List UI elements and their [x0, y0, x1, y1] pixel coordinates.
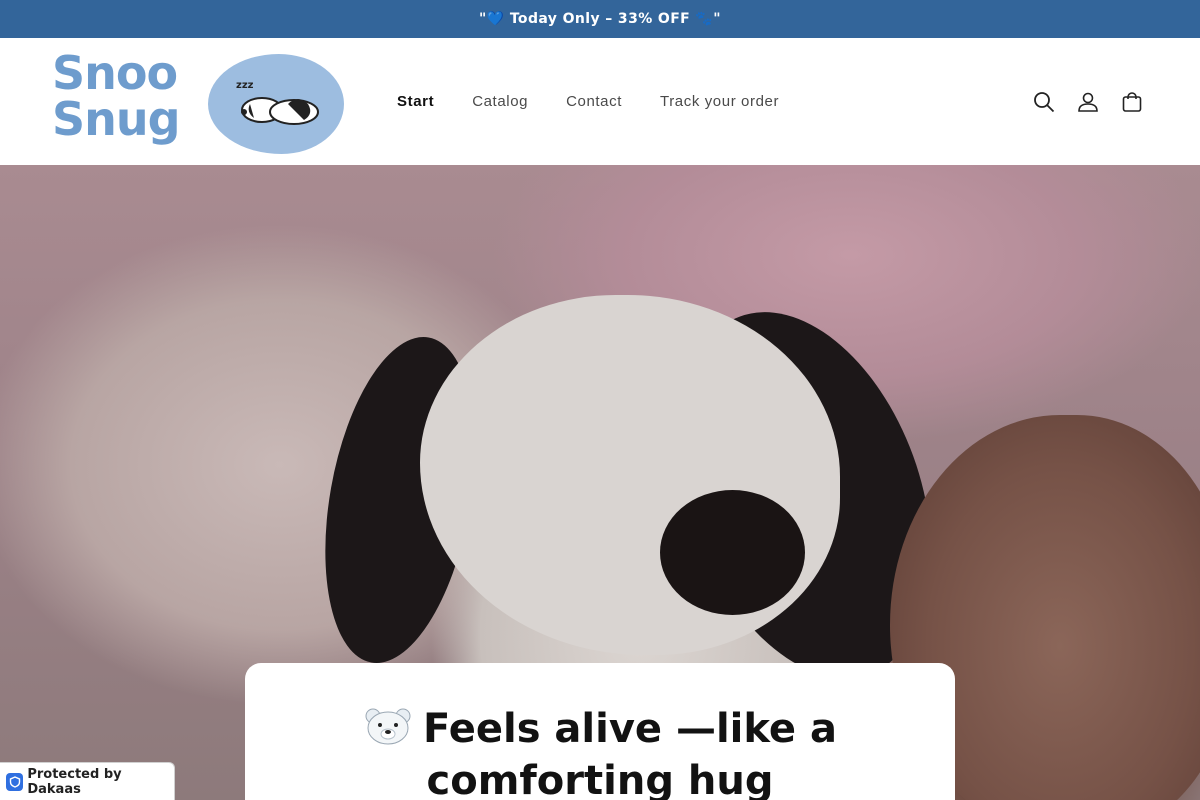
bear-face-icon	[365, 708, 411, 745]
shield-icon	[6, 772, 24, 791]
announcement-text: "💙 Today Only – 33% OFF 🐾"	[479, 11, 721, 27]
logo-line-2: Snug	[52, 92, 181, 146]
announcement-bar: "💙 Today Only – 33% OFF 🐾"	[0, 0, 1200, 38]
protection-badge-text: Protected by Dakaas	[27, 766, 122, 797]
hero-plush-nose	[660, 490, 805, 615]
logo-sleeping-dog-badge: zzz	[208, 54, 344, 154]
hero-banner: Feels alive —like a comforting hug Prote…	[0, 165, 1200, 800]
account-icon[interactable]	[1066, 80, 1110, 124]
hero-card: Feels alive —like a comforting hug	[245, 663, 955, 800]
header-actions	[1022, 38, 1154, 165]
sleep-zzz-text: zzz	[236, 80, 254, 91]
logo-wordmark: Snoo Snug	[52, 50, 212, 142]
sleeping-dog-icon: zzz	[236, 80, 319, 125]
nav-item-start[interactable]: Start	[397, 93, 434, 110]
protection-badge[interactable]: Protected by Dakaas	[0, 762, 175, 800]
logo[interactable]: Snoo Snug zzz	[52, 50, 348, 156]
search-icon[interactable]	[1022, 80, 1066, 124]
site-header: Snoo Snug zzz Start Catalog Contact Trac…	[0, 38, 1200, 165]
nav-item-track-order[interactable]: Track your order	[660, 93, 779, 110]
hero-heading-bold: Feels alive	[423, 706, 663, 752]
logo-line-1: Snoo	[52, 46, 178, 100]
cart-icon[interactable]	[1110, 80, 1154, 124]
main-nav: Start Catalog Contact Track your order	[397, 38, 817, 165]
nav-item-contact[interactable]: Contact	[566, 93, 622, 110]
hero-heading: Feels alive —like a comforting hug	[245, 703, 955, 800]
nav-item-catalog[interactable]: Catalog	[472, 93, 528, 110]
